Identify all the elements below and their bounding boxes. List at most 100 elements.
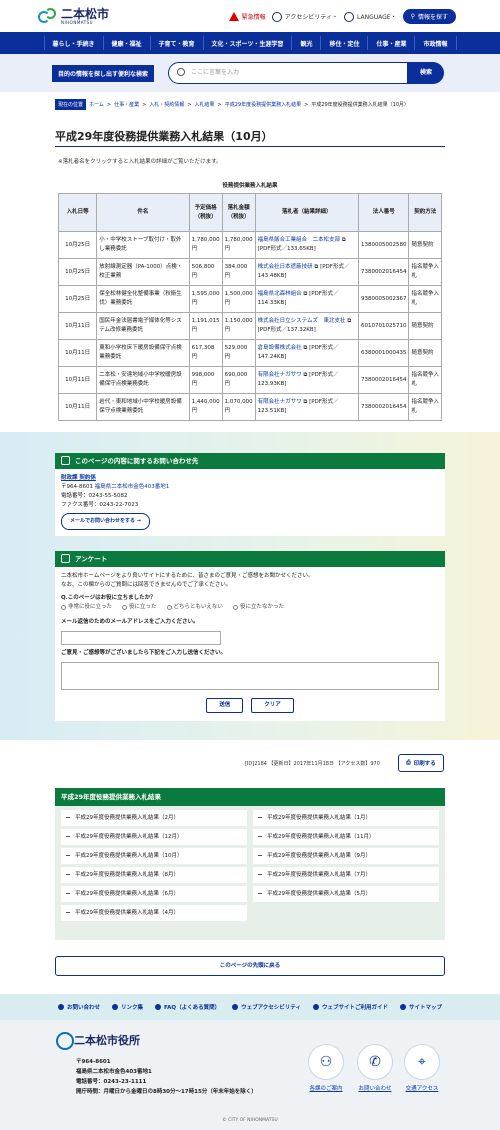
cell-plan: 1,191,015円 xyxy=(188,312,223,340)
map-pin-icon: ⌖ xyxy=(404,1044,440,1080)
mail-inquiry-button[interactable]: メールでお問い合わせをする → xyxy=(61,513,150,530)
cell-winner: 株式会社日立システムズ 東北支社 ⧉ [PDF形式／137.32KB] xyxy=(254,312,359,340)
footer-addr: 福島県二本松市金色403番地1 xyxy=(76,1069,152,1075)
site-logo[interactable]: 二本松市 NIHONMATSU xyxy=(38,7,109,25)
table-row: 10月11日 岩代・東和地域小中学校暖房設備保守点検業務委託 1,440,000… xyxy=(57,393,442,421)
footer-link-guide[interactable]: ウェブサイトご利用ガイド xyxy=(312,1003,388,1011)
cell-plan: 506,800円 xyxy=(188,258,223,286)
winner-link[interactable]: 福島県北森林組合 xyxy=(258,291,302,297)
nav-item-business[interactable]: 仕事・産業 xyxy=(367,36,414,50)
site-footer: お問い合わせ リンク集 FAQ（よくある質問） ウェブアクセシビリティ ウェブサ… xyxy=(0,994,500,1130)
winner-link[interactable]: 倉島設備株式会社 xyxy=(258,345,302,351)
survey-radio[interactable]: 役に立った xyxy=(122,603,157,612)
cell-name: 保全松林健全化整備事業（秋衛生伐）業務委託 xyxy=(96,285,190,313)
cell-name: 放射線測定器（PA-1000）点検・校正業務 xyxy=(96,258,190,286)
survey-question: Q.このページはお役に立ちましたか？ xyxy=(61,595,156,601)
nav-item-living[interactable]: 暮らし・手続き xyxy=(43,36,103,50)
cell-winner: 倉島設備株式会社 ⧉ [PDF形式／147.24KB] xyxy=(254,339,359,367)
breadcrumb-link[interactable]: 平成29年度役務提供業務入札結果 xyxy=(225,101,301,108)
footer-link-contact[interactable]: お問い合わせ xyxy=(57,1003,100,1011)
bullet-icon xyxy=(232,1004,239,1010)
send-button[interactable]: 送信 xyxy=(206,698,244,713)
winner-link[interactable]: 株式会社日本遮蔽技研 xyxy=(258,264,313,270)
survey-title: アンケート xyxy=(75,555,108,563)
survey-radio[interactable]: 非常に役に立った xyxy=(61,603,112,612)
search-label: 目的の情報を探し出す便利な検索 xyxy=(52,65,155,82)
winner-link[interactable]: 有限会社ナガサワ xyxy=(258,372,302,378)
site-header: 二本松市 NIHONMATSU 緊急情報 アクセシビリティ・ LANGUAGE・… xyxy=(0,0,500,32)
footer-depts-link[interactable]: ⚇ 各課のご案内 xyxy=(308,1044,344,1092)
cell-method: 指名競争入札 xyxy=(408,285,442,313)
people-icon: ⚇ xyxy=(308,1044,344,1080)
emergency-link[interactable]: 緊急情報 xyxy=(228,12,266,21)
search-button[interactable]: 検索 xyxy=(408,62,444,84)
comment-textarea[interactable] xyxy=(61,662,439,690)
accessibility-link[interactable]: アクセシビリティ・ xyxy=(271,11,338,22)
cell-winner: 福島県飯合工業組合 二本松支部 ⧉ [PDF形式／133.65KB] xyxy=(254,231,359,259)
back-to-top-button[interactable]: このページの先頭に戻る xyxy=(55,956,445,976)
contact-dept[interactable]: 財政課 契約係 xyxy=(61,474,439,483)
related-link[interactable]: 平成29年度役務提供業務入札結果（6月） xyxy=(61,886,247,902)
cell-winner: 有限会社ナガサワ ⧉ [PDF形式／123.51KB] xyxy=(254,393,359,421)
survey-radio[interactable]: どちらともいえない xyxy=(166,603,223,612)
nav-item-migration[interactable]: 移住・定住 xyxy=(320,36,367,50)
phone-icon xyxy=(61,456,70,465)
cell-award: 690,000円 xyxy=(221,366,256,394)
external-link-icon: ⧉ xyxy=(303,372,308,378)
nav-item-health[interactable]: 健康・福祉 xyxy=(102,36,150,50)
footer-access-link[interactable]: ⌖ 交通アクセス xyxy=(404,1044,440,1092)
cell-name: 岩代・東和地域小中学校暖房設備保守点検業務委託 xyxy=(96,393,190,421)
related-link[interactable]: 平成29年度役務提供業務入札結果（4月） xyxy=(61,905,247,921)
external-link-icon: ⧉ xyxy=(303,345,308,351)
winner-link[interactable]: 株式会社日立システムズ 東北支社 xyxy=(258,318,346,324)
winner-link[interactable]: 有限会社ナガサワ xyxy=(258,399,302,405)
footer-link-accessibility[interactable]: ウェブアクセシビリティ xyxy=(232,1003,301,1011)
bid-results-table: 入札日等 件名 予定価格（税抜） 落札金額（税抜） 落札者（結果詳細） 法人番号… xyxy=(57,193,442,421)
email-field[interactable] xyxy=(61,631,221,645)
related-link[interactable]: 平成29年度役務提供業務入札結果（2月） xyxy=(61,810,247,826)
column-header: 件名 xyxy=(96,193,190,232)
nav-item-tourism[interactable]: 観光 xyxy=(291,36,320,50)
breadcrumb-link[interactable]: 入札結果 xyxy=(195,101,215,108)
breadcrumb-link[interactable]: ホーム xyxy=(89,101,104,108)
cell-method: 指名競争入札 xyxy=(408,393,442,421)
survey-box: アンケート 二本松市ホームページをより良いサイトにするために、皆さまのご意見・ご… xyxy=(55,551,445,721)
related-link[interactable]: 平成29年度役務提供業務入札結果（10月） xyxy=(61,848,247,864)
footer-link-sitemap[interactable]: サイトマップ xyxy=(400,1003,442,1011)
nav-item-childcare[interactable]: 子育て・教育 xyxy=(149,36,203,50)
related-link[interactable]: 平成29年度役務提供業務入札結果（8月） xyxy=(61,867,247,883)
survey-radio[interactable]: 役に立たなかった xyxy=(232,603,284,612)
footer-link-links[interactable]: リンク集 xyxy=(112,1003,143,1011)
radio-label: どちらともいえない xyxy=(173,604,223,610)
breadcrumb-link[interactable]: 仕事・産業 xyxy=(114,101,139,108)
related-links: 平成29年度役務提供業務入札結果 平成29年度役務提供業務入札結果（2月） 平成2… xyxy=(55,788,445,940)
radio-label: 役に立った xyxy=(129,604,157,610)
related-link[interactable]: 平成29年度役務提供業務入札結果（9月） xyxy=(253,848,439,864)
related-link[interactable]: 平成29年度役務提供業務入札結果（1月） xyxy=(253,810,439,826)
radio-label: 非常に役に立った xyxy=(68,604,113,610)
language-link[interactable]: LANGUAGE・ xyxy=(344,11,397,22)
breadcrumb-here: 現在の位置 xyxy=(55,99,87,110)
bullet-icon xyxy=(57,1004,64,1010)
related-link[interactable]: 平成29年度役務提供業務入札結果（11月） xyxy=(253,829,439,845)
contact-address-link[interactable]: 福島県二本松市金色403番地1 xyxy=(95,484,170,490)
footer-link-faq[interactable]: FAQ（よくある質問） xyxy=(155,1003,220,1011)
search-info-button[interactable]: ⚲ 情報を探す xyxy=(402,9,456,24)
breadcrumb-link[interactable]: 入札・契約情報 xyxy=(149,101,184,108)
winner-link[interactable]: 福島県飯合工業組合 二本松支部 xyxy=(258,237,341,243)
contact-box: このページの内容に関するお問い合わせ先 財政課 契約係 〒964-8601 福島… xyxy=(55,453,445,536)
clear-button[interactable]: クリア xyxy=(251,698,294,713)
edit-icon xyxy=(61,554,70,563)
footer-link-label: お問い合わせ xyxy=(66,1005,100,1011)
related-title: 平成29年度役務提供業務入札結果 xyxy=(55,788,445,806)
footer-contact-link[interactable]: ✆ お問い合わせ xyxy=(357,1044,393,1092)
related-link[interactable]: 平成29年度役務提供業務入札結果（5月） xyxy=(253,886,439,902)
print-button[interactable]: ⎙ 印刷する xyxy=(398,754,444,772)
footer-icon-label: お問い合わせ xyxy=(358,1086,392,1092)
nav-item-culture[interactable]: 文化・スポーツ・生涯学習 xyxy=(202,36,292,50)
related-link[interactable]: 平成29年度役務提供業務入札結果（7月） xyxy=(253,867,439,883)
comment-question: ご意見・ご感想等がございましたら下記をご入力し送信ください。 xyxy=(61,650,227,656)
search-input[interactable]: ここに言葉を入力 xyxy=(168,62,408,84)
related-link[interactable]: 平成29年度役務提供業務入札結果（12月） xyxy=(61,829,247,845)
nav-item-government[interactable]: 市政情報 xyxy=(414,36,457,50)
